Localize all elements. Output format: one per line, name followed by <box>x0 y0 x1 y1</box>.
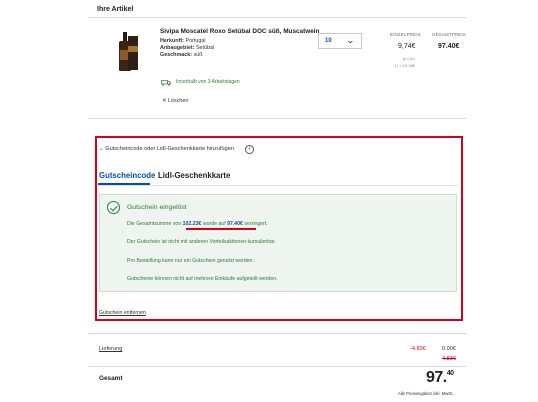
voucher-note: Pro Bestellung kann nur ein Gutschein ge… <box>127 258 254 264</box>
product-attribute-taste: Geschmack: süß <box>160 52 203 58</box>
divider <box>88 17 466 18</box>
product-attribute-origin: Herkunft: Portugal <box>160 38 206 44</box>
voucher-note: Der Gutschein ist nicht mit anderen Vort… <box>127 239 276 245</box>
section-title: Ihre Artikel <box>97 6 134 13</box>
unit-price-header: EINZELPREIS <box>390 32 421 37</box>
product-name[interactable]: Sivipa Moscatel Roxo Setúbal DOC süß, Mu… <box>160 28 319 35</box>
divider <box>88 118 466 119</box>
voucher-toggle-label: Gutscheincode oder Lidl-Geschenkkarte hi… <box>105 146 234 152</box>
base-price: 1 l = 19.48€ <box>394 63 416 68</box>
divider <box>88 366 466 367</box>
delivery-estimate: Innerhalb von 3 Arbeitstagen <box>176 79 240 85</box>
voucher-toggle[interactable]: ⌄ Gutscheincode oder Lidl-Geschenkkarte … <box>99 146 234 152</box>
divider <box>98 185 458 186</box>
close-icon: ✕ <box>162 98 167 104</box>
new-total: 97.40€ <box>227 221 243 227</box>
info-icon[interactable]: i <box>245 145 254 154</box>
checkmark-icon <box>107 201 120 214</box>
truck-icon <box>161 80 171 86</box>
quantity-select[interactable]: 10 ⌄ <box>318 33 362 49</box>
remove-voucher-link[interactable]: Gutschein entfernen <box>99 310 146 316</box>
delivery-cost-original: 4.83€ <box>442 356 456 362</box>
total-price-header: GESAMTPREIS <box>432 32 466 37</box>
delivery-discount: -4.83€ <box>410 346 426 352</box>
delivery-cost: 0.00€ <box>442 346 456 352</box>
divider <box>88 333 466 334</box>
unit-price: 9,74€ <box>398 43 416 50</box>
remove-item-label: Löschen <box>168 98 189 104</box>
chevron-down-icon: ⌄ <box>345 36 356 45</box>
quantity-value: 10 <box>325 38 332 44</box>
grand-total-value: 97.40 <box>426 369 454 386</box>
tab-voucher-code[interactable]: Gutscheincode <box>99 171 155 180</box>
success-title: Gutschein eingelöst <box>127 204 187 211</box>
product-attribute-region: Anbaugebiet: Setúbal <box>160 45 215 51</box>
delivery-label[interactable]: Lieferung <box>99 346 122 352</box>
grand-total-label: Gesamt <box>99 375 123 382</box>
voucher-total-line: Die Gesamtsumme von 102.23€ wurde auf 97… <box>127 221 268 227</box>
unit-size: je 0,5-l <box>403 56 416 61</box>
highlight-underline <box>186 228 256 230</box>
old-total: 102.23€ <box>182 221 202 227</box>
vat-note: Alle Preisangaben inkl. MwSt. <box>398 391 454 396</box>
product-box-image <box>128 36 138 70</box>
remove-item-button[interactable]: ✕ Löschen <box>162 98 188 104</box>
chevron-down-icon: ⌄ <box>99 146 104 152</box>
tab-gift-card[interactable]: Lidl-Geschenkkarte <box>158 171 230 180</box>
voucher-note: Gutscheine können nicht auf mehrere Eink… <box>127 276 278 282</box>
total-price: 97.40€ <box>438 43 460 50</box>
